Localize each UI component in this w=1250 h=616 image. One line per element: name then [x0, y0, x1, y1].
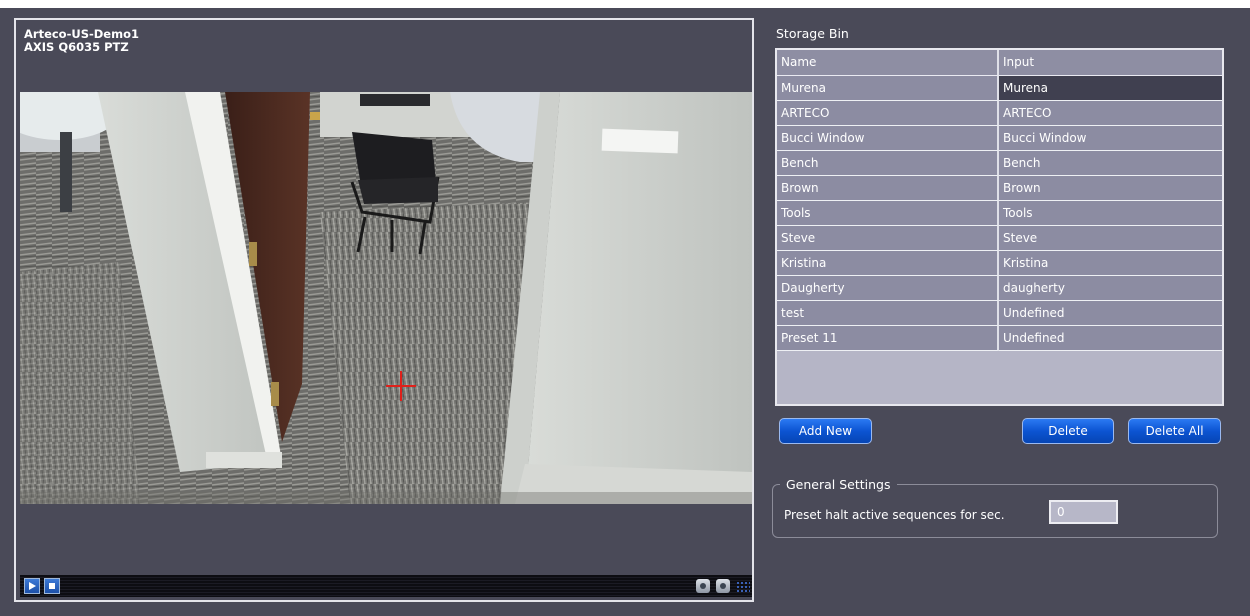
table-row[interactable]: Bucci Window Bucci Window	[777, 126, 1222, 151]
delete-all-button[interactable]: Delete All	[1128, 418, 1221, 444]
table-row[interactable]: Steve Steve	[777, 226, 1222, 251]
column-header-input[interactable]: Input	[999, 50, 1222, 76]
preset-input-cell[interactable]: Tools	[999, 201, 1222, 226]
preset-name-cell[interactable]: Kristina	[777, 251, 999, 276]
video-feed[interactable]	[20, 92, 752, 504]
preset-name-cell[interactable]: Steve	[777, 226, 999, 251]
storage-bin-title: Storage Bin	[776, 26, 849, 41]
storage-bin-table: Name Input Murena Murena ARTECO ARTECO Bucci…	[775, 48, 1224, 406]
preset-input-cell[interactable]: Brown	[999, 176, 1222, 201]
table-row[interactable]: Tools Tools	[777, 201, 1222, 226]
table-row[interactable]: Daugherty daugherty	[777, 276, 1222, 301]
table-header: Name Input	[777, 50, 1222, 76]
delete-button[interactable]: Delete	[1022, 418, 1114, 444]
table-body: Murena Murena ARTECO ARTECO Bucci Window Bucc…	[777, 76, 1222, 351]
preset-name-cell[interactable]: Bucci Window	[777, 126, 999, 151]
preset-input-cell[interactable]: Bench	[999, 151, 1222, 176]
preset-name-cell[interactable]: test	[777, 301, 999, 326]
preset-name-cell[interactable]: ARTECO	[777, 101, 999, 126]
camera-title: Arteco-US-Demo1 AXIS Q6035 PTZ	[24, 28, 139, 54]
camera-model: AXIS Q6035 PTZ	[24, 40, 129, 54]
play-icon[interactable]	[24, 578, 40, 594]
preset-input-cell[interactable]: Undefined	[999, 326, 1222, 351]
camera-viewer: Arteco-US-Demo1 AXIS Q6035 PTZ	[14, 18, 754, 602]
table-row[interactable]: Kristina Kristina	[777, 251, 1222, 276]
preset-input-cell[interactable]: ARTECO	[999, 101, 1222, 126]
preset-input-cell[interactable]: Murena	[999, 76, 1222, 101]
preset-name-cell[interactable]: Tools	[777, 201, 999, 226]
table-row[interactable]: Bench Bench	[777, 151, 1222, 176]
resize-grip-icon[interactable]	[736, 581, 750, 593]
table-row[interactable]: Preset 11 Undefined	[777, 326, 1222, 351]
preset-name-cell[interactable]: Preset 11	[777, 326, 999, 351]
preset-name-cell[interactable]: Brown	[777, 176, 999, 201]
table-row[interactable]: Murena Murena	[777, 76, 1222, 101]
preset-name-cell[interactable]: Murena	[777, 76, 999, 101]
preset-input-cell[interactable]: Bucci Window	[999, 126, 1222, 151]
preset-name-cell[interactable]: Daugherty	[777, 276, 999, 301]
preset-input-cell[interactable]: Kristina	[999, 251, 1222, 276]
video-frame	[20, 92, 752, 504]
video-toolbar	[20, 575, 752, 597]
preset-input-cell[interactable]: Steve	[999, 226, 1222, 251]
halt-seconds-input[interactable]	[1049, 500, 1118, 524]
halt-sequences-label: Preset halt active sequences for sec.	[784, 508, 1005, 522]
ptz-crosshair-icon	[386, 371, 416, 401]
stop-icon[interactable]	[44, 578, 60, 594]
snapshot-icon[interactable]	[696, 579, 710, 593]
table-row[interactable]: ARTECO ARTECO	[777, 101, 1222, 126]
preset-input-cell[interactable]: Undefined	[999, 301, 1222, 326]
table-row[interactable]: Brown Brown	[777, 176, 1222, 201]
app-window: Arteco-US-Demo1 AXIS Q6035 PTZ Storage B…	[0, 8, 1250, 616]
general-settings-title: General Settings	[780, 477, 897, 492]
add-new-button[interactable]: Add New	[779, 418, 872, 444]
preset-name-cell[interactable]: Bench	[777, 151, 999, 176]
record-icon[interactable]	[716, 579, 730, 593]
column-header-name[interactable]: Name	[777, 50, 999, 76]
preset-input-cell[interactable]: daugherty	[999, 276, 1222, 301]
table-row[interactable]: test Undefined	[777, 301, 1222, 326]
